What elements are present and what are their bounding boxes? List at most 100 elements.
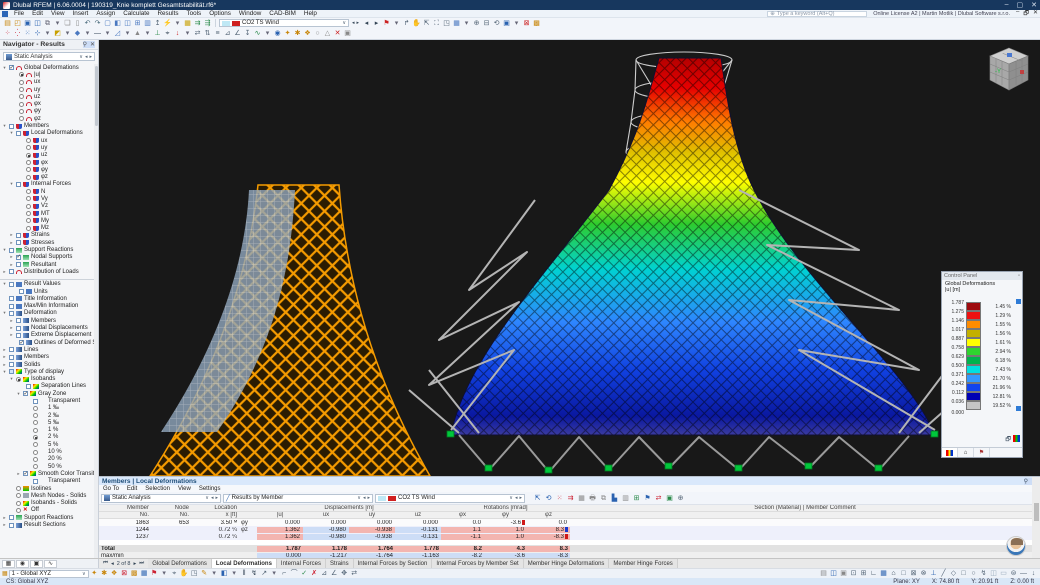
tree-item[interactable]: ▸ Strains	[0, 232, 94, 239]
view-menu-arrow[interactable]: ▾	[462, 19, 471, 28]
expander-icon[interactable]: ▸	[2, 362, 7, 368]
tree-item[interactable]: ▸ Result Sections	[0, 521, 94, 528]
result-table-tab[interactable]: Internal Forces by Member Set	[432, 559, 523, 568]
tree-checkbox[interactable]	[16, 262, 21, 267]
expander-icon[interactable]: ▸	[9, 325, 14, 331]
expander-icon[interactable]: ▸	[2, 269, 7, 275]
full-width-icon[interactable]: ▭	[999, 569, 1008, 578]
tree-checkbox[interactable]	[16, 501, 21, 506]
tree-checkbox[interactable]	[33, 420, 38, 425]
result-table-tab[interactable]: Member Hinge Forces	[609, 559, 677, 568]
zoom-extents-icon[interactable]: ⛶	[432, 19, 441, 28]
tree-checkbox[interactable]	[9, 347, 14, 352]
select-menu-arrow[interactable]: ▾	[43, 29, 52, 38]
tree-checkbox[interactable]	[16, 486, 21, 491]
tree-item[interactable]: 2 ‰	[0, 412, 94, 419]
tree-item[interactable]: φx	[0, 159, 94, 166]
check-model-icon[interactable]: ✓	[300, 569, 309, 578]
calculate-menu-arrow[interactable]: ▾	[173, 19, 182, 28]
tree-checkbox[interactable]	[16, 493, 21, 498]
tree-item[interactable]: ▸ Resultant	[0, 261, 94, 268]
tree-checkbox[interactable]	[16, 508, 21, 513]
edit-objects-icon[interactable]: ✎	[200, 569, 209, 578]
table-view-icon[interactable]: ▥	[143, 19, 152, 28]
table-columns-icon[interactable]: ▥	[621, 494, 630, 503]
vertex-snap-icon[interactable]: ◇	[949, 569, 958, 578]
expander-icon[interactable]: ▸	[16, 471, 21, 477]
next-table-button[interactable]: ▸	[133, 561, 136, 567]
tree-checkbox[interactable]	[9, 362, 14, 367]
load-cases-icon[interactable]: ▦	[183, 19, 192, 28]
tree-item[interactable]: ▸ Extreme Displacement	[0, 332, 94, 339]
rect-snap-icon[interactable]: □	[959, 569, 968, 578]
table-scrollbar[interactable]	[1032, 477, 1040, 558]
model-viewport[interactable]: -Y Control Panel ▫ Global Deformations |…	[99, 40, 1040, 476]
tree-item[interactable]: Units	[0, 288, 94, 295]
load-case-prev-button[interactable]: ◂	[352, 20, 355, 26]
tree-item[interactable]: Vz	[0, 203, 94, 210]
new-model-icon[interactable]: ▤	[3, 19, 12, 28]
new-line-icon[interactable]: ◆	[73, 29, 82, 38]
object-snap-icon[interactable]: ◉	[273, 29, 282, 38]
circle-tool-icon[interactable]: ○	[313, 29, 322, 38]
panel-tab-filter[interactable]: ⚑	[974, 448, 990, 457]
result-table-tab[interactable]: Strains	[326, 559, 354, 568]
new-node-menu-arrow[interactable]: ▾	[63, 29, 72, 38]
tree-item[interactable]: uz	[0, 93, 94, 100]
tree-item[interactable]: ux	[0, 137, 94, 144]
new-load-icon[interactable]: ↓	[173, 29, 182, 38]
isometric-view-icon[interactable]: ▦	[452, 19, 461, 28]
expander-icon[interactable]: ▸	[9, 232, 14, 238]
clear-selection-icon[interactable]: ⊗	[919, 569, 928, 578]
views-menu-arrow[interactable]: ▾	[160, 569, 169, 578]
new-member-icon[interactable]: —	[93, 29, 102, 38]
flag-view-icon[interactable]: ⚑	[150, 569, 159, 578]
result-table-tab[interactable]: Global Deformations	[148, 559, 212, 568]
tree-checkbox[interactable]	[9, 355, 14, 360]
tree-item[interactable]: N	[0, 188, 94, 195]
new-solid-icon[interactable]: ▲	[133, 29, 142, 38]
tree-item[interactable]: Title Information	[0, 295, 94, 302]
tree-checkbox[interactable]	[23, 391, 28, 396]
tree-item[interactable]: Mesh Nodes - Solids	[0, 492, 94, 499]
pan-view-icon[interactable]: ✋	[180, 569, 189, 578]
expander-icon[interactable]: ▾	[2, 247, 7, 253]
expander-icon[interactable]: ▸	[2, 354, 7, 360]
grid-icon[interactable]: ✱	[293, 29, 302, 38]
table-compare-icon[interactable]: ⇄	[654, 494, 663, 503]
tree-checkbox[interactable]	[9, 369, 14, 374]
expander-icon[interactable]: ▾	[2, 281, 7, 287]
delete-objects-icon[interactable]: ✗	[310, 569, 319, 578]
dual-view-icon[interactable]: ◫	[989, 569, 998, 578]
undo-icon[interactable]: ↶	[83, 19, 92, 28]
tree-checkbox[interactable]	[33, 406, 38, 411]
tree-checkbox[interactable]	[26, 204, 31, 209]
panel-options-icon[interactable]: 🗗	[1005, 435, 1011, 445]
tree-item[interactable]: 1 %	[0, 427, 94, 434]
tree-item[interactable]: ▸ Solids	[0, 361, 94, 368]
tree-checkbox[interactable]	[19, 116, 24, 121]
result-table-tab[interactable]: Local Deformations	[212, 559, 277, 568]
next-load-case-arrow[interactable]: ▸	[372, 19, 381, 28]
measure-angle-icon[interactable]: ∠	[330, 569, 339, 578]
redo-icon[interactable]: ↷	[93, 19, 102, 28]
tree-checkbox[interactable]	[9, 304, 14, 309]
render-mode-icon[interactable]: ⊜	[1009, 569, 1018, 578]
navigator-tab-views[interactable]: ▣	[30, 560, 43, 568]
copy-icon[interactable]: ❏	[63, 19, 72, 28]
tree-item[interactable]: ▾ Global Deformations	[0, 64, 94, 71]
last-table-button[interactable]: ⏭	[139, 560, 144, 567]
tree-checkbox[interactable]	[16, 333, 21, 338]
analysis-type-combo[interactable]: Static Analysis ∨ ◂ ▸	[3, 52, 95, 61]
tree-checkbox[interactable]	[19, 72, 24, 77]
table-load-case-combo[interactable]: CO2 TS Wind ∨ ◂▸	[375, 494, 525, 503]
panel-tab-factors[interactable]: ⌂	[958, 448, 974, 457]
tree-checkbox[interactable]	[16, 318, 21, 323]
tree-item[interactable]: 20 %	[0, 456, 94, 463]
tree-item[interactable]: 5 ‰	[0, 419, 94, 426]
triangle-tool-icon[interactable]: △	[323, 29, 332, 38]
arc-icon[interactable]: ⌒	[290, 569, 299, 578]
table-row[interactable]: 1244 0.72 ¼ φz 1.362 -0.980 -0.938 -0.13…	[99, 526, 1040, 533]
new-solid-menu-arrow[interactable]: ▾	[143, 29, 152, 38]
menu-item[interactable]: Tools	[182, 10, 205, 17]
